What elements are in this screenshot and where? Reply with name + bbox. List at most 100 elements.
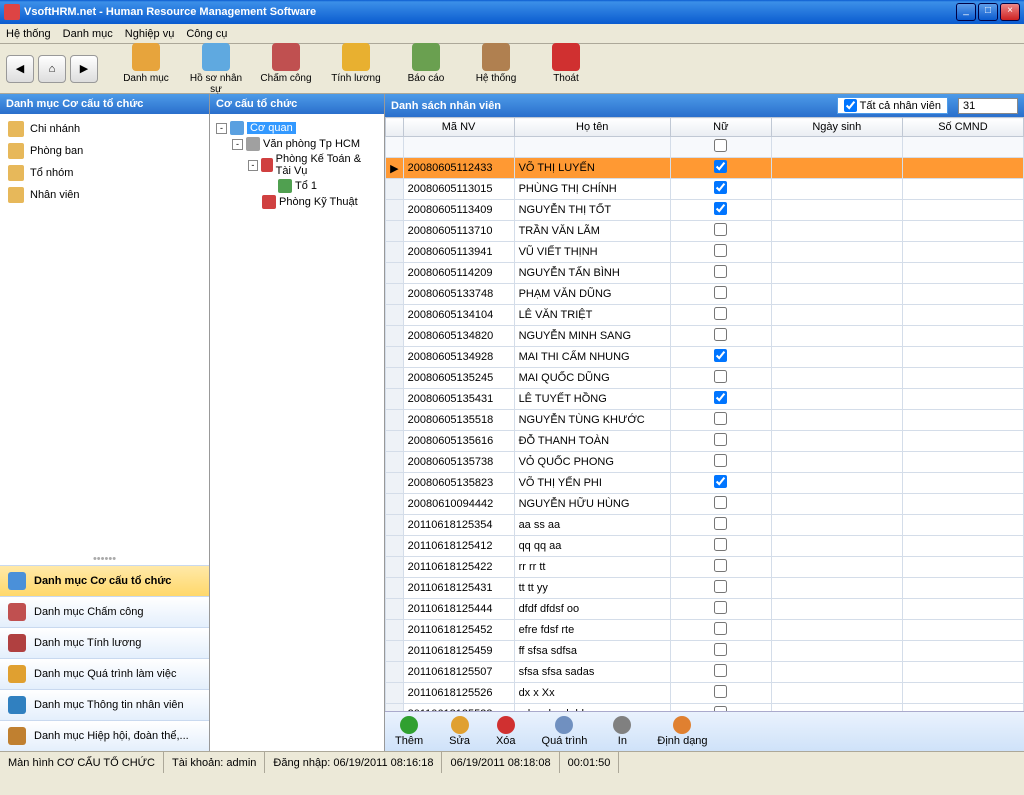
table-row[interactable]: 20080605133748PHẠM VĂN DŨNG: [386, 284, 1024, 305]
table-row[interactable]: 20110618125452efre fdsf rte: [386, 620, 1024, 641]
nav-group-3[interactable]: Danh mục Quá trình làm việc: [0, 658, 209, 689]
table-row[interactable]: 20110618125533sdsa dasd dd: [386, 704, 1024, 712]
nu-checkbox[interactable]: [714, 454, 727, 467]
action-in[interactable]: In: [613, 716, 631, 747]
category-0[interactable]: Chi nhánh: [0, 118, 209, 140]
nu-checkbox[interactable]: [714, 391, 727, 404]
column-header-4[interactable]: Số CMND: [902, 118, 1023, 137]
table-row[interactable]: 20080605135518NGUYỄN TÙNG KHƯỚC: [386, 410, 1024, 431]
action-sửa[interactable]: Sửa: [449, 716, 470, 747]
table-row[interactable]: 20110618125431tt tt yy: [386, 578, 1024, 599]
toolbar-hồ-sơ-nhân-sự[interactable]: Hồ sơ nhân sự: [186, 43, 246, 95]
close-button[interactable]: ×: [1000, 3, 1020, 21]
table-row[interactable]: ▶20080605112433VÕ THỊ LUYẾN: [386, 158, 1024, 179]
table-row[interactable]: 20080605135823VÕ THỊ YẾN PHI: [386, 473, 1024, 494]
menu-item-1[interactable]: Danh mục: [63, 28, 113, 40]
table-row[interactable]: 20110618125526dx x Xx: [386, 683, 1024, 704]
toolbar-danh-mục[interactable]: Danh mục: [116, 43, 176, 95]
nu-checkbox[interactable]: [714, 664, 727, 677]
check-all[interactable]: Tất cả nhân viên: [837, 97, 948, 114]
nu-checkbox[interactable]: [714, 433, 727, 446]
toolbar-thoát[interactable]: Thoát: [536, 43, 596, 95]
table-row[interactable]: 20080605113015PHÙNG THỊ CHÍNH: [386, 179, 1024, 200]
nu-checkbox[interactable]: [714, 286, 727, 299]
maximize-button[interactable]: □: [978, 3, 998, 21]
table-row[interactable]: 20080605135431LÊ TUYẾT HỒNG: [386, 389, 1024, 410]
filter-nu-checkbox[interactable]: [714, 139, 727, 152]
nu-checkbox[interactable]: [714, 517, 727, 530]
nu-checkbox[interactable]: [714, 307, 727, 320]
action-thêm[interactable]: Thêm: [395, 716, 423, 747]
nav-group-1[interactable]: Danh mục Chấm công: [0, 596, 209, 627]
table-row[interactable]: 20080605134104LÊ VĂN TRIỆT: [386, 305, 1024, 326]
expand-icon[interactable]: -: [216, 123, 227, 134]
table-row[interactable]: 20110618125422rr rr tt: [386, 557, 1024, 578]
tree-node-2[interactable]: -Phòng Kế Toán & Tài Vụ: [248, 152, 378, 178]
table-row[interactable]: 20110618125354aa ss aa: [386, 515, 1024, 536]
nu-checkbox[interactable]: [714, 559, 727, 572]
nu-checkbox[interactable]: [714, 601, 727, 614]
table-row[interactable]: 20080605113710TRẦN VĂN LÃM: [386, 221, 1024, 242]
nu-checkbox[interactable]: [714, 412, 727, 425]
nu-checkbox[interactable]: [714, 349, 727, 362]
toolbar-hệ-thống[interactable]: Hệ thống: [466, 43, 526, 95]
back-button[interactable]: ◀: [6, 55, 34, 83]
column-header-2[interactable]: Nữ: [670, 118, 771, 137]
check-all-box[interactable]: [844, 99, 857, 112]
nav-group-0[interactable]: Danh mục Cơ cấu tổ chức: [0, 565, 209, 596]
nu-checkbox[interactable]: [714, 475, 727, 488]
toolbar-báo-cáo[interactable]: Báo cáo: [396, 43, 456, 95]
category-1[interactable]: Phòng ban: [0, 140, 209, 162]
table-row[interactable]: 20080605135738VỎ QUỐC PHONG: [386, 452, 1024, 473]
table-row[interactable]: 20080605135245MAI QUỐC DŨNG: [386, 368, 1024, 389]
expand-icon[interactable]: -: [248, 160, 258, 171]
action-xóa[interactable]: Xóa: [496, 716, 516, 747]
nu-checkbox[interactable]: [714, 202, 727, 215]
column-header-0[interactable]: Mã NV: [403, 118, 514, 137]
nu-checkbox[interactable]: [714, 643, 727, 656]
action-định dạng[interactable]: Định dạng: [657, 716, 707, 747]
table-row[interactable]: 20080605114209NGUYỄN TẤN BÌNH: [386, 263, 1024, 284]
table-row[interactable]: 20080605113409NGUYỄN THỊ TỐT: [386, 200, 1024, 221]
nu-checkbox[interactable]: [714, 181, 727, 194]
nu-checkbox[interactable]: [714, 160, 727, 173]
action-quá trình[interactable]: Quá trình: [542, 716, 588, 747]
menu-item-0[interactable]: Hệ thống: [6, 28, 51, 40]
table-row[interactable]: 20080605113941VŨ VIẾT THỊNH: [386, 242, 1024, 263]
tree-node-0[interactable]: -Cơ quan: [216, 120, 378, 136]
table-row[interactable]: 20080605135616ĐỖ THANH TOÀN: [386, 431, 1024, 452]
forward-button[interactable]: ▶: [70, 55, 98, 83]
grid-wrap[interactable]: Mã NVHọ tênNữNgày sinhSố CMND ▶200806051…: [385, 117, 1024, 711]
nu-checkbox[interactable]: [714, 223, 727, 236]
table-row[interactable]: 20080605134820NGUYỄN MINH SANG: [386, 326, 1024, 347]
minimize-button[interactable]: _: [956, 3, 976, 21]
table-row[interactable]: 20110618125444dfdf dfdsf oo: [386, 599, 1024, 620]
nu-checkbox[interactable]: [714, 622, 727, 635]
nu-checkbox[interactable]: [714, 685, 727, 698]
expand-icon[interactable]: -: [232, 139, 243, 150]
toolbar-chấm-công[interactable]: Chấm công: [256, 43, 316, 95]
nav-group-5[interactable]: Danh mục Hiệp hội, đoàn thể,...: [0, 720, 209, 751]
nu-checkbox[interactable]: [714, 496, 727, 509]
toolbar-tính-lương[interactable]: Tính lương: [326, 43, 386, 95]
table-row[interactable]: 20080610094442NGUYỄN HỮU HÙNG: [386, 494, 1024, 515]
column-header-3[interactable]: Ngày sinh: [771, 118, 902, 137]
category-3[interactable]: Nhân viên: [0, 184, 209, 206]
menu-item-3[interactable]: Công cụ: [186, 28, 227, 40]
nu-checkbox[interactable]: [714, 265, 727, 278]
nu-checkbox[interactable]: [714, 244, 727, 257]
table-row[interactable]: 20110618125412qq qq aa: [386, 536, 1024, 557]
table-row[interactable]: 20080605134928MAI THI CẨM NHUNG: [386, 347, 1024, 368]
menu-item-2[interactable]: Nghiệp vụ: [125, 28, 175, 40]
table-row[interactable]: 20110618125507sfsa sfsa sadas: [386, 662, 1024, 683]
nu-checkbox[interactable]: [714, 538, 727, 551]
nu-checkbox[interactable]: [714, 328, 727, 341]
home-button[interactable]: ⌂: [38, 55, 66, 83]
table-row[interactable]: 20110618125459ff sfsa sdfsa: [386, 641, 1024, 662]
nav-group-2[interactable]: Danh mục Tính lương: [0, 627, 209, 658]
category-2[interactable]: Tổ nhóm: [0, 162, 209, 184]
nav-group-4[interactable]: Danh mục Thông tin nhân viên: [0, 689, 209, 720]
nu-checkbox[interactable]: [714, 580, 727, 593]
tree-node-4[interactable]: Phòng Kỹ Thuật: [248, 194, 378, 210]
column-header-1[interactable]: Họ tên: [514, 118, 670, 137]
